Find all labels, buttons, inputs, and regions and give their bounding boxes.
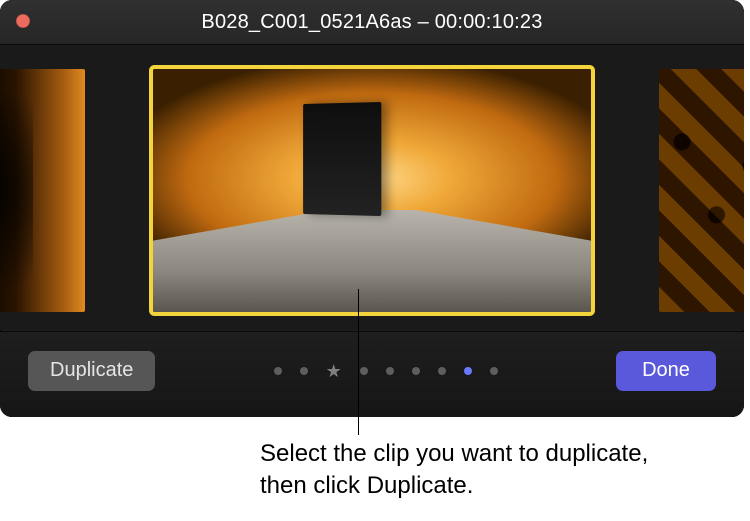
clip-thumbnail-image — [153, 69, 591, 312]
titlebar[interactable]: B028_C001_0521A6as – 00:00:10:23 — [0, 0, 744, 45]
close-icon[interactable] — [16, 14, 30, 28]
audition-window: B028_C001_0521A6as – 00:00:10:23 Duplica… — [0, 0, 744, 417]
duplicate-button[interactable]: Duplicate — [28, 351, 155, 391]
annotation-text: Select the clip you want to duplicate, t… — [260, 438, 700, 503]
paging-dot[interactable] — [438, 367, 446, 375]
paging-dot[interactable] — [360, 367, 368, 375]
controls-bar: Duplicate ★ Done — [0, 331, 744, 417]
paging-dot[interactable] — [412, 367, 420, 375]
annotation-leader-line — [358, 289, 359, 435]
clip-thumb-prev[interactable] — [0, 69, 85, 312]
window-title: B028_C001_0521A6as – 00:00:10:23 — [0, 11, 744, 34]
clip-filmstrip — [0, 45, 744, 330]
paging-dot-active[interactable] — [464, 367, 472, 375]
clip-thumb-selected[interactable] — [153, 69, 591, 312]
clip-thumbnail-image — [659, 69, 744, 312]
done-button[interactable]: Done — [616, 351, 716, 391]
paging-dot[interactable] — [386, 367, 394, 375]
clip-thumbnail-image — [0, 69, 85, 312]
paging-dot[interactable] — [490, 367, 498, 375]
clip-thumb-next[interactable] — [659, 69, 744, 312]
paging-dot[interactable] — [300, 367, 308, 375]
favorite-star-icon[interactable]: ★ — [326, 367, 342, 375]
paging-dots: ★ — [274, 367, 498, 375]
paging-dot[interactable] — [274, 367, 282, 375]
